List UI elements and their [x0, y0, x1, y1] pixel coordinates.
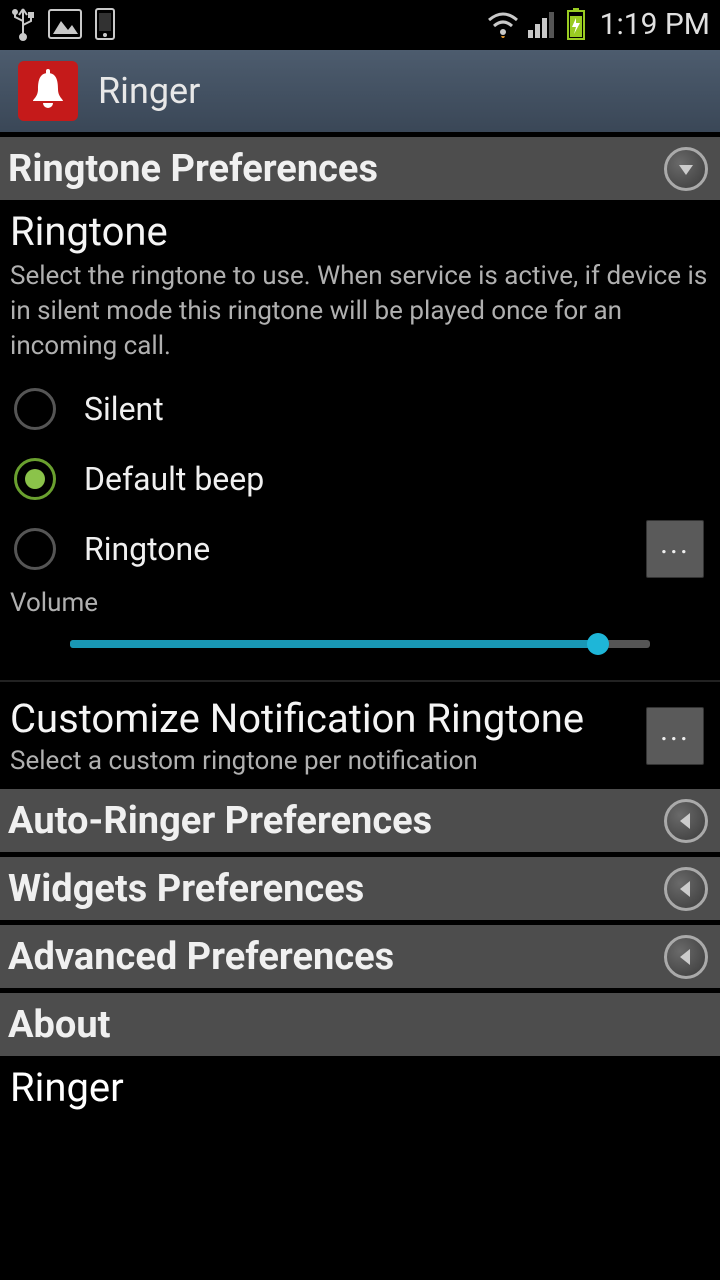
status-time: 1:19 PM — [600, 7, 710, 42]
section-ringtone-preferences[interactable]: Ringtone Preferences — [0, 134, 720, 202]
image-icon — [48, 9, 82, 39]
radio-label: Ringtone — [84, 530, 210, 568]
action-bar: Ringer — [0, 48, 720, 134]
ringtone-title: Ringtone — [10, 208, 710, 255]
customize-notification-ringtone[interactable]: Customize Notification Ringtone Select a… — [10, 692, 710, 786]
customize-more-button[interactable]: ... — [646, 707, 704, 765]
wifi-icon — [486, 10, 520, 38]
section-auto-ringer-preferences[interactable]: Auto-Ringer Preferences — [0, 786, 720, 854]
phone-icon — [94, 7, 116, 41]
section-title: About — [8, 1003, 111, 1047]
app-title: Ringer — [98, 70, 200, 112]
about-content: Ringer — [0, 1058, 720, 1117]
section-advanced-preferences[interactable]: Advanced Preferences — [0, 922, 720, 990]
radio-icon — [14, 528, 56, 570]
section-title: Auto-Ringer Preferences — [8, 799, 432, 843]
usb-icon — [10, 7, 36, 41]
radio-option-default-beep[interactable]: Default beep — [10, 444, 710, 514]
customize-title: Customize Notification Ringtone — [10, 696, 646, 742]
ringtone-more-button[interactable]: ... — [646, 520, 704, 578]
chevron-left-icon — [664, 935, 708, 979]
battery-icon — [566, 8, 586, 40]
chevron-left-icon — [664, 799, 708, 843]
ringtone-block: Ringtone Select the ringtone to use. Whe… — [0, 202, 720, 618]
section-title: Advanced Preferences — [8, 935, 394, 979]
customize-description: Select a custom ringtone per notificatio… — [10, 746, 646, 776]
signal-icon — [528, 10, 558, 38]
radio-label: Default beep — [84, 460, 264, 498]
app-bell-icon — [18, 61, 78, 121]
status-bar: 1:19 PM — [0, 0, 720, 48]
radio-option-silent[interactable]: Silent — [10, 374, 710, 444]
section-title: Widgets Preferences — [8, 867, 364, 911]
radio-icon — [14, 458, 56, 500]
divider — [0, 680, 720, 682]
radio-label: Silent — [84, 390, 164, 428]
volume-label: Volume — [10, 588, 710, 618]
section-title: Ringtone Preferences — [8, 147, 378, 191]
radio-icon — [14, 388, 56, 430]
section-about[interactable]: About — [0, 990, 720, 1058]
chevron-left-icon — [664, 867, 708, 911]
about-app-name: Ringer — [10, 1064, 710, 1111]
radio-option-ringtone[interactable]: Ringtone — [10, 514, 646, 584]
volume-slider[interactable] — [70, 640, 650, 648]
section-widgets-preferences[interactable]: Widgets Preferences — [0, 854, 720, 922]
chevron-down-icon — [664, 147, 708, 191]
slider-thumb-icon — [587, 633, 609, 655]
ringtone-description: Select the ringtone to use. When service… — [10, 259, 710, 364]
